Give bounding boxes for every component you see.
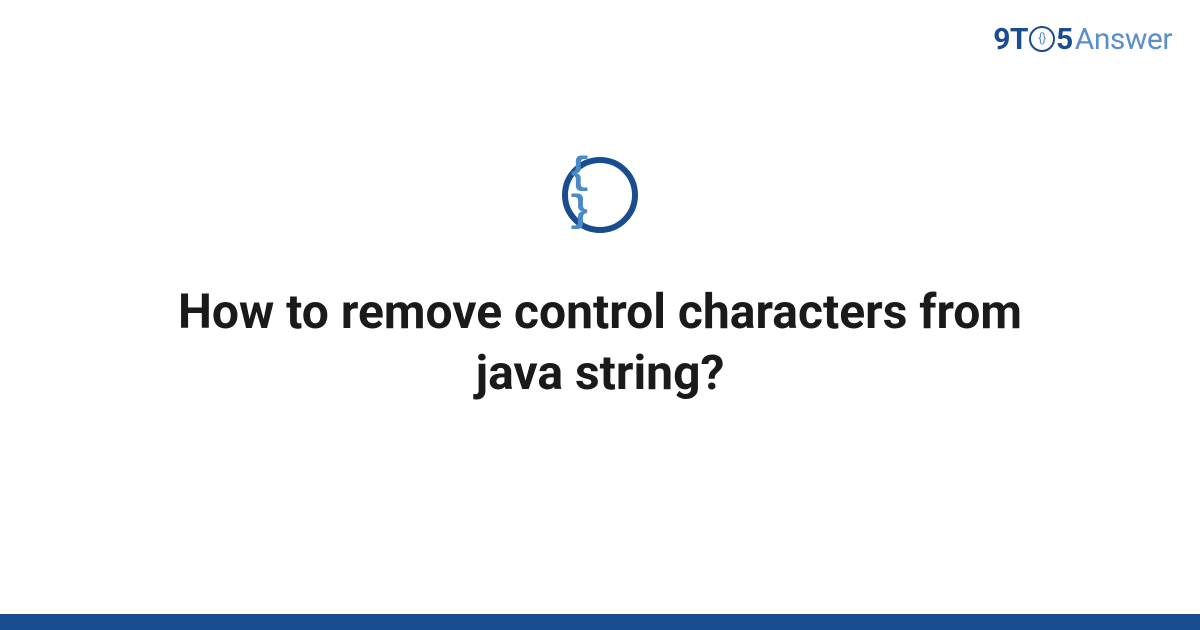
braces-glyph: { } bbox=[568, 155, 632, 231]
question-title: How to remove control characters from ja… bbox=[100, 281, 1100, 404]
code-braces-icon: { } bbox=[562, 157, 638, 233]
footer-bar bbox=[0, 614, 1200, 630]
main-content: { } How to remove control characters fro… bbox=[0, 0, 1200, 630]
